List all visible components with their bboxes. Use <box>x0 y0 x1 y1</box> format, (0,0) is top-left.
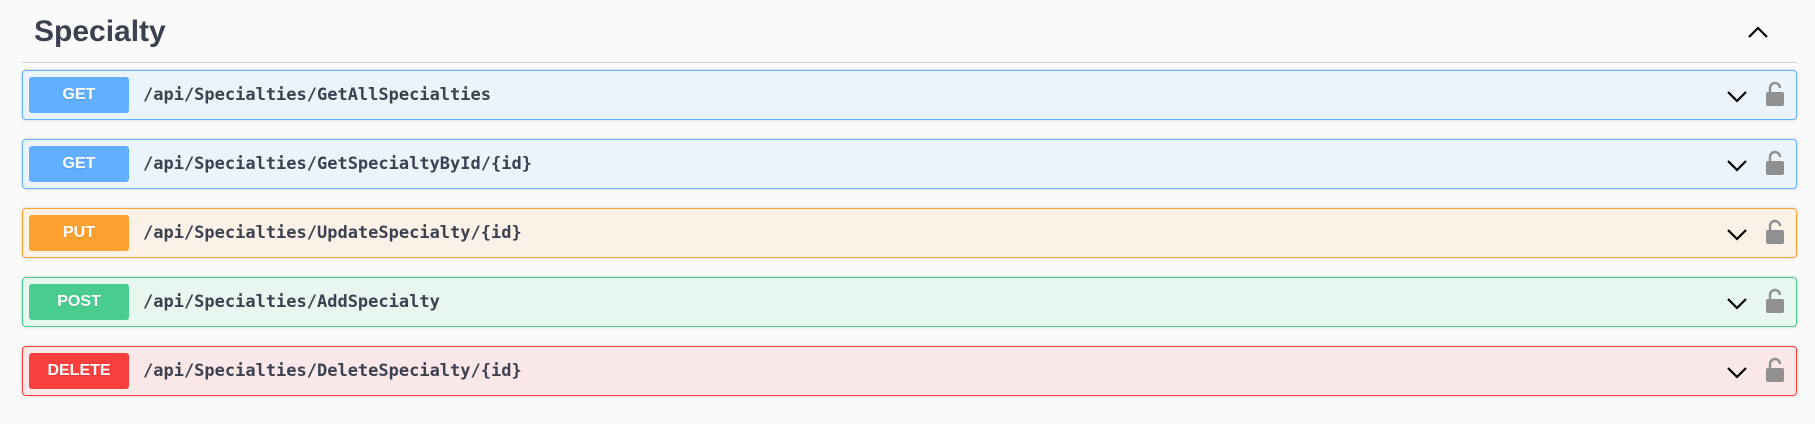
section-title: Specialty <box>34 15 166 48</box>
method-badge: DELETE <box>29 353 129 389</box>
method-badge: GET <box>29 146 129 182</box>
method-badge: GET <box>29 77 129 113</box>
method-badge: POST <box>29 284 129 320</box>
chevron-down-icon[interactable] <box>1724 152 1750 178</box>
operation-get-all-specialties[interactable]: GET /api/Specialties/GetAllSpecialties <box>22 70 1797 120</box>
unlocked-icon[interactable] <box>1764 219 1786 245</box>
operation-get-specialty-by-id[interactable]: GET /api/Specialties/GetSpecialtyById/{i… <box>22 139 1797 189</box>
operation-path: /api/Specialties/AddSpecialty <box>143 292 440 312</box>
unlocked-icon[interactable] <box>1764 357 1786 383</box>
operation-delete-specialty[interactable]: DELETE /api/Specialties/DeleteSpecialty/… <box>22 346 1797 396</box>
chevron-down-icon[interactable] <box>1724 290 1750 316</box>
operation-path: /api/Specialties/DeleteSpecialty/{id} <box>143 361 522 381</box>
unlocked-icon[interactable] <box>1764 81 1786 107</box>
chevron-down-icon[interactable] <box>1724 83 1750 109</box>
section-header[interactable]: Specialty <box>22 0 1797 63</box>
unlocked-icon[interactable] <box>1764 150 1786 176</box>
method-badge: PUT <box>29 215 129 251</box>
specialty-section: Specialty GET /api/Specialties/GetAllSpe… <box>22 0 1797 415</box>
chevron-down-icon[interactable] <box>1724 221 1750 247</box>
chevron-down-icon[interactable] <box>1724 359 1750 385</box>
operations-list: GET /api/Specialties/GetAllSpecialties G… <box>22 70 1797 396</box>
operation-add-specialty[interactable]: POST /api/Specialties/AddSpecialty <box>22 277 1797 327</box>
collapse-section-button[interactable] <box>1743 17 1773 47</box>
operation-update-specialty[interactable]: PUT /api/Specialties/UpdateSpecialty/{id… <box>22 208 1797 258</box>
operation-path: /api/Specialties/UpdateSpecialty/{id} <box>143 223 522 243</box>
chevron-up-icon <box>1748 26 1768 38</box>
unlocked-icon[interactable] <box>1764 288 1786 314</box>
operation-path: /api/Specialties/GetAllSpecialties <box>143 85 491 105</box>
operation-path: /api/Specialties/GetSpecialtyById/{id} <box>143 154 532 174</box>
